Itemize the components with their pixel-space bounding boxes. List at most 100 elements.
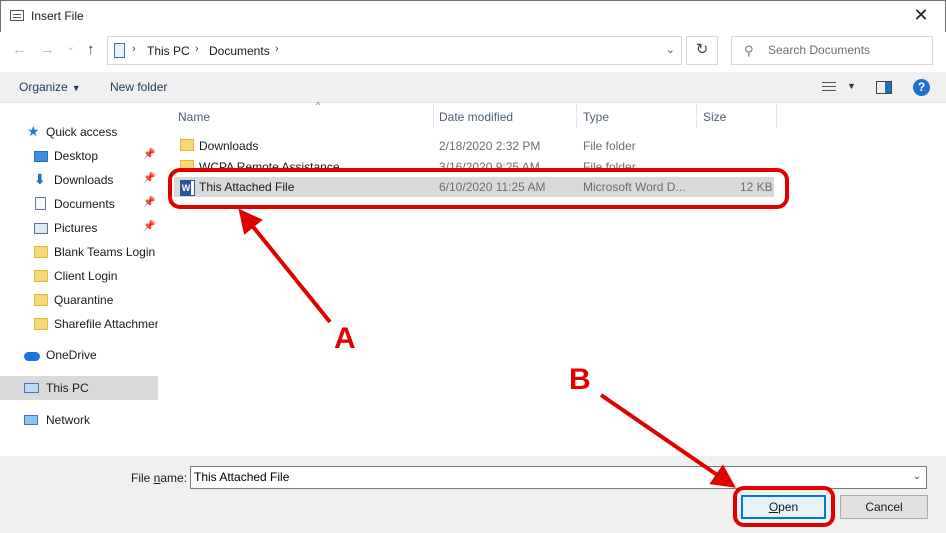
- file-name-label: File name:: [131, 471, 187, 485]
- sidebar-item-blank-teams-login[interactable]: Blank Teams Login: [0, 240, 158, 264]
- sidebar-item-quick-access[interactable]: ★ Quick access: [0, 120, 158, 144]
- sort-ascending-icon: ^: [316, 100, 321, 110]
- sidebar-item-label: Quick access: [46, 125, 118, 139]
- organize-label: Organize: [19, 80, 68, 94]
- column-header-date-modified[interactable]: Date modified: [439, 104, 576, 128]
- sidebar-item-label: Client Login: [54, 269, 118, 283]
- close-icon[interactable]: ✕: [911, 5, 931, 26]
- sidebar-item-label: Network: [46, 413, 91, 427]
- file-type: File folder: [583, 160, 636, 174]
- refresh-button[interactable]: ↻: [686, 36, 718, 65]
- chevron-down-icon[interactable]: ⌄: [666, 43, 675, 56]
- address-row: ← → ⌄ ↑ › This PC › Documents › ⌄ ↻ ⚲: [0, 32, 946, 72]
- pin-icon: 📌: [143, 197, 156, 208]
- help-icon[interactable]: ?: [913, 79, 930, 96]
- sidebar-item-quarantine[interactable]: Quarantine: [0, 288, 158, 312]
- word-document-icon: W: [180, 180, 195, 196]
- file-name-combobox[interactable]: ⌄: [190, 466, 927, 489]
- caret-down-icon[interactable]: ▼: [847, 81, 856, 91]
- organize-button[interactable]: Organize ▼: [19, 80, 81, 94]
- sidebar-item-downloads[interactable]: ⬇ Downloads 📌: [0, 168, 158, 192]
- file-name: This Attached File: [199, 180, 295, 194]
- search-box[interactable]: ⚲: [731, 36, 933, 65]
- folder-icon: [180, 139, 194, 151]
- table-row-selected[interactable]: W This Attached File 6/10/2020 11:25 AM …: [174, 177, 774, 197]
- sidebar-item-onedrive[interactable]: OneDrive: [0, 343, 158, 367]
- sidebar-item-label: Desktop: [54, 149, 99, 163]
- file-type: File folder: [583, 139, 636, 153]
- sidebar-item-label: Documents: [54, 197, 115, 211]
- download-icon: ⬇: [34, 171, 46, 187]
- sidebar-item-label: Downloads: [54, 173, 114, 187]
- chevron-right-icon[interactable]: ›: [195, 43, 199, 55]
- column-divider[interactable]: [696, 104, 697, 128]
- file-list: ^ Name Date modified Type Size Downloads…: [160, 100, 946, 456]
- sidebar-item-client-login[interactable]: Client Login: [0, 264, 158, 288]
- star-icon: ★: [27, 123, 40, 139]
- command-bar: Organize ▼ New folder ▼ ?: [0, 72, 946, 103]
- column-header-label: Date modified: [439, 110, 514, 124]
- file-date-modified: 3/16/2020 9:25 AM: [439, 160, 540, 174]
- file-name-label-prefix: File: [131, 471, 154, 485]
- column-header-label: Type: [583, 110, 610, 124]
- table-row[interactable]: WCPA Remote Assistance 3/16/2020 9:25 AM…: [174, 157, 774, 174]
- column-divider[interactable]: [433, 104, 434, 128]
- column-header-size[interactable]: Size: [703, 104, 776, 128]
- new-folder-button[interactable]: New folder: [110, 80, 167, 94]
- breadcrumb-this-pc[interactable]: This PC: [147, 44, 190, 58]
- back-arrow-icon[interactable]: ←: [12, 41, 27, 58]
- network-icon: [24, 415, 38, 425]
- column-header-label: Name: [178, 110, 211, 124]
- desktop-icon: [34, 151, 48, 162]
- sidebar-item-desktop[interactable]: Desktop 📌: [0, 144, 158, 168]
- pin-icon: 📌: [143, 173, 156, 184]
- sidebar-item-label: This PC: [46, 381, 89, 395]
- folder-icon: [34, 294, 48, 306]
- chevron-right-icon[interactable]: ›: [275, 43, 279, 55]
- pin-icon: 📌: [143, 149, 156, 160]
- open-button[interactable]: Open: [741, 495, 826, 519]
- chevron-right-icon[interactable]: ›: [132, 43, 136, 55]
- this-pc-address-icon: [114, 43, 125, 58]
- documents-icon: [35, 197, 46, 210]
- column-header-name[interactable]: ^ Name: [178, 100, 433, 128]
- search-input[interactable]: [768, 43, 928, 57]
- column-header-type[interactable]: Type: [583, 104, 696, 128]
- open-button-label: pen: [778, 500, 799, 514]
- navigation-pane: ★ Quick access Desktop 📌 ⬇ Downloads 📌 D…: [0, 104, 160, 456]
- breadcrumb-documents[interactable]: Documents: [209, 44, 270, 58]
- word-letter: W: [181, 181, 191, 195]
- annotation-label-a: A: [334, 322, 356, 355]
- title-bar: Insert File ✕: [0, 0, 946, 32]
- open-button-accesskey: O: [768, 500, 779, 514]
- preview-pane-icon[interactable]: [876, 81, 892, 94]
- sidebar-item-documents[interactable]: Documents 📌: [0, 192, 158, 216]
- sidebar-item-network[interactable]: Network: [0, 408, 158, 432]
- up-arrow-icon[interactable]: ↑: [87, 41, 95, 58]
- dialog-footer: File name: ⌄ Open Cancel: [0, 456, 946, 533]
- forward-arrow-icon[interactable]: →: [40, 41, 55, 58]
- recent-locations-icon[interactable]: ⌄: [66, 40, 75, 53]
- cancel-button[interactable]: Cancel: [840, 495, 928, 519]
- file-name-input[interactable]: [194, 470, 894, 484]
- file-type: Microsoft Word D...: [583, 180, 686, 194]
- address-bar[interactable]: › This PC › Documents › ⌄: [107, 36, 682, 65]
- sidebar-item-label: OneDrive: [46, 348, 97, 362]
- file-name: WCPA Remote Assistance: [199, 160, 340, 174]
- sidebar-item-this-pc[interactable]: This PC: [0, 376, 158, 400]
- table-row[interactable]: Downloads 2/18/2020 2:32 PM File folder: [174, 136, 774, 156]
- folder-icon: [34, 246, 48, 258]
- refresh-icon: ↻: [695, 41, 709, 58]
- file-date-modified: 6/10/2020 11:25 AM: [439, 180, 546, 194]
- view-options-icon[interactable]: [822, 82, 838, 93]
- sidebar-item-sharefile-attachments[interactable]: Sharefile Attachmer: [0, 312, 158, 336]
- onedrive-icon: [24, 352, 40, 361]
- pictures-icon: [34, 223, 48, 234]
- search-icon: ⚲: [744, 43, 754, 58]
- column-divider[interactable]: [576, 104, 577, 128]
- chevron-down-icon[interactable]: ⌄: [913, 471, 921, 482]
- pin-icon: 📌: [143, 221, 156, 232]
- sidebar-item-pictures[interactable]: Pictures 📌: [0, 216, 158, 240]
- file-date-modified: 2/18/2020 2:32 PM: [439, 139, 541, 153]
- column-divider[interactable]: [776, 104, 777, 128]
